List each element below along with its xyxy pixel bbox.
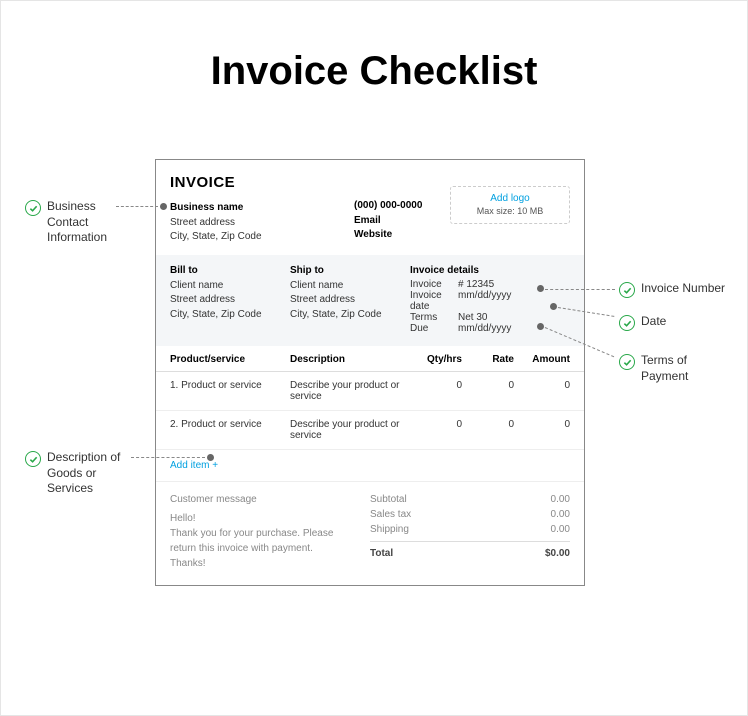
due-label: Due — [410, 323, 458, 334]
callout-goods-services: Description of Goods or Services — [25, 450, 135, 497]
invoice-date-label: Invoice date — [410, 290, 458, 312]
leader-dot — [537, 285, 544, 292]
row-qty: 0 — [410, 419, 462, 430]
line-items-header: Product/service Description Qty/hrs Rate… — [156, 346, 584, 372]
callout-label: Terms of Payment — [641, 353, 688, 384]
invoice-date-value: mm/dd/yyyy — [458, 290, 511, 312]
row-qty: 0 — [410, 380, 462, 391]
shipto-title: Ship to — [290, 265, 410, 276]
add-logo-link[interactable]: Add logo — [455, 193, 565, 204]
add-item-button[interactable]: Add item + — [156, 450, 584, 482]
billto-title: Bill to — [170, 265, 290, 276]
shipping-label: Shipping — [370, 524, 409, 535]
check-icon — [619, 282, 635, 298]
total-label: Total — [370, 548, 393, 559]
col-amount: Amount — [514, 354, 570, 365]
callout-business-contact: Business Contact Information — [25, 199, 125, 246]
row-product: 1. Product or service — [170, 380, 290, 391]
callout-label: Date — [641, 314, 666, 330]
dashed-leader — [131, 457, 205, 458]
customer-message-body: Hello! Thank you for your purchase. Plea… — [170, 511, 360, 571]
callout-invoice-number: Invoice Number — [619, 281, 725, 298]
row-desc: Describe your product or service — [290, 419, 410, 441]
business-email: Email — [354, 214, 450, 229]
check-icon — [619, 354, 635, 370]
terms-value: Net 30 — [458, 312, 487, 323]
total-value: $0.00 — [545, 548, 570, 559]
subtotal-label: Subtotal — [370, 494, 407, 505]
details-band: Bill to Client name Street address City,… — [156, 255, 584, 346]
callout-date: Date — [619, 314, 666, 331]
row-rate: 0 — [462, 419, 514, 430]
col-rate: Rate — [462, 354, 514, 365]
table-row: 2. Product or service Describe your prod… — [156, 411, 584, 450]
page-title: Invoice Checklist — [1, 1, 747, 126]
col-description: Description — [290, 354, 410, 365]
shipto-client: Client name — [290, 279, 410, 294]
check-icon — [25, 200, 41, 216]
invoice-no-value: # 12345 — [458, 279, 494, 290]
tax-value: 0.00 — [551, 509, 570, 520]
callout-label: Business Contact Information — [47, 199, 107, 246]
leader-dot — [207, 454, 214, 461]
business-csz: City, State, Zip Code — [170, 230, 354, 245]
business-website: Website — [354, 228, 450, 243]
due-value: mm/dd/yyyy — [458, 323, 511, 334]
business-name: Business name — [170, 201, 354, 216]
check-icon — [619, 315, 635, 331]
callout-terms: Terms of Payment — [619, 353, 688, 384]
invoice-no-label: Invoice — [410, 279, 458, 290]
tax-label: Sales tax — [370, 509, 411, 520]
billto-csz: City, State, Zip Code — [170, 308, 290, 323]
customer-message-title: Customer message — [170, 492, 360, 507]
invoice-card: INVOICE Business name Street address Cit… — [155, 159, 585, 586]
row-amt: 0 — [514, 380, 570, 391]
leader-dot — [160, 203, 167, 210]
callout-label: Description of Goods or Services — [47, 450, 120, 497]
business-phone: (000) 000-0000 — [354, 199, 450, 214]
dashed-leader — [545, 289, 615, 290]
details-title: Invoice details — [410, 265, 570, 276]
billto-client: Client name — [170, 279, 290, 294]
row-amt: 0 — [514, 419, 570, 430]
add-logo-box[interactable]: Add logo Max size: 10 MB — [450, 186, 570, 224]
dashed-leader — [116, 206, 158, 207]
shipping-value: 0.00 — [551, 524, 570, 535]
billto-street: Street address — [170, 293, 290, 308]
subtotal-value: 0.00 — [551, 494, 570, 505]
table-row: 1. Product or service Describe your prod… — [156, 372, 584, 411]
row-desc: Describe your product or service — [290, 380, 410, 402]
shipto-street: Street address — [290, 293, 410, 308]
row-rate: 0 — [462, 380, 514, 391]
business-street: Street address — [170, 216, 354, 231]
callout-label: Invoice Number — [641, 281, 725, 297]
terms-label: Terms — [410, 312, 458, 323]
check-icon — [25, 451, 41, 467]
logo-size-hint: Max size: 10 MB — [477, 206, 544, 216]
shipto-csz: City, State, Zip Code — [290, 308, 410, 323]
leader-dot — [550, 303, 557, 310]
invoice-header: INVOICE — [170, 174, 354, 191]
col-qty: Qty/hrs — [410, 354, 462, 365]
col-product: Product/service — [170, 354, 290, 365]
leader-dot — [537, 323, 544, 330]
row-product: 2. Product or service — [170, 419, 290, 430]
